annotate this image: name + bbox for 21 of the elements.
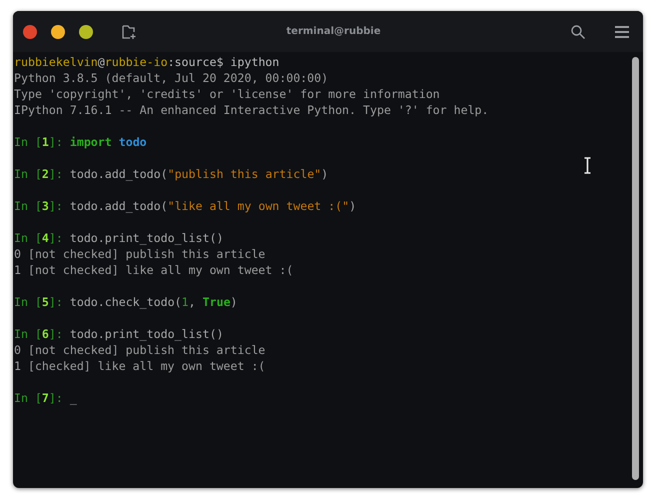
terminal-line: In [3]: todo.add_todo("like all my own tweet :(") [14,198,358,214]
terminal-line: 0 [not checked] publish this article [14,246,266,262]
close-button[interactable] [23,24,37,38]
terminal-line: In [1]: import todo [14,134,148,150]
terminal-line: In [4]: todo.print_todo_list() [14,230,224,246]
terminal-line: In [5]: todo.check_todo(1, True) [14,294,238,310]
minimize-button[interactable] [51,24,65,38]
terminal-line: Python 3.8.5 (default, Jul 20 2020, 00:00:00) [14,70,330,86]
scrollbar[interactable] [632,57,639,480]
terminal-line: In [7]: _ [14,390,78,406]
terminal-line: IPython 7.16.1 -- An enhanced Interactive Python. Type '?' for help. [14,102,490,118]
terminal-line: In [2]: todo.add_todo("publish this article") [14,166,330,182]
maximize-button[interactable] [79,24,93,38]
terminal-line: In [6]: todo.print_todo_list() [14,326,224,342]
terminal-line: Type 'copyright', 'credits' or 'license' for more information [14,86,441,102]
text-cursor-icon [584,157,591,174]
terminal-line: rubbiekelvin@rubbie-io:source$ ipython [14,54,280,70]
terminal-line: 1 [checked] like all my own tweet :( [14,358,266,374]
window-title: terminal@rubbie [285,26,382,37]
terminal-line: 0 [not checked] publish this article [14,342,266,358]
terminal-line: 1 [not checked] like all my own tweet :( [14,262,294,278]
